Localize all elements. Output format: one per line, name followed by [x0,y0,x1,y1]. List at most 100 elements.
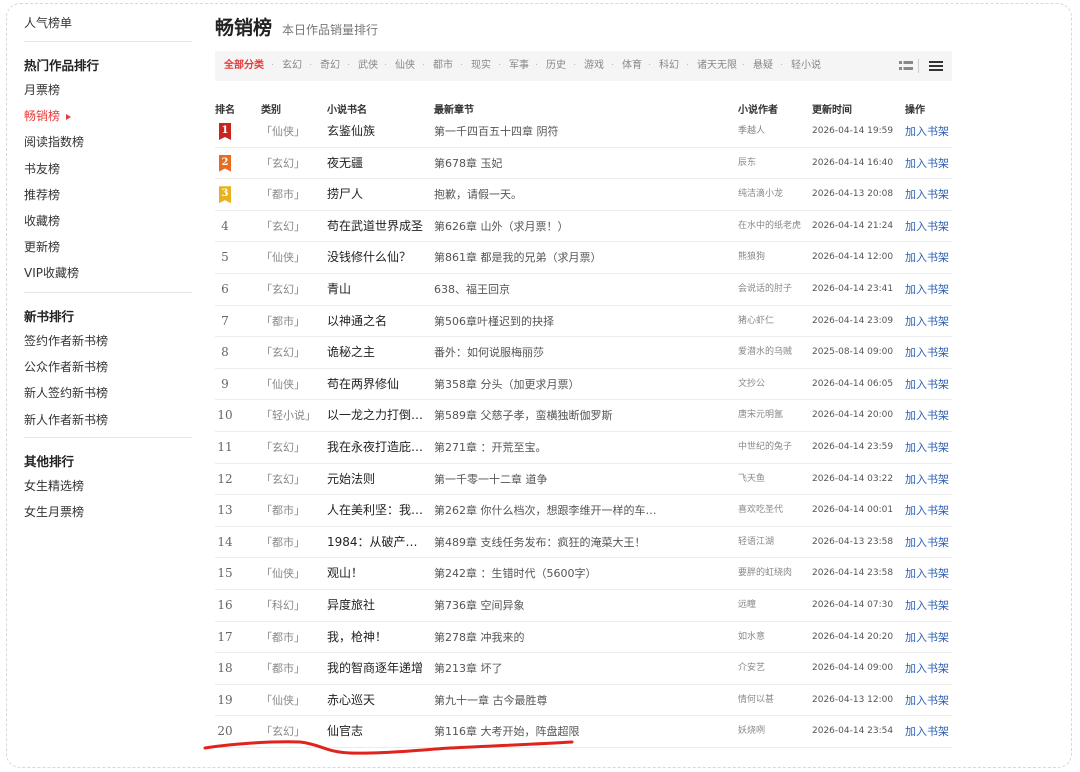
add-to-shelf-button[interactable]: 加入书架 [905,558,953,590]
latest-chapter-link[interactable]: 638、福王回京 [434,274,664,306]
filter-9[interactable]: 游戏 [584,51,604,81]
add-to-shelf-button[interactable]: 加入书架 [905,116,953,148]
book-name-link[interactable]: 观山！ [327,558,427,590]
author-link[interactable]: 在水中的纸老虎 [738,211,805,243]
sidebar-item[interactable]: 阅读指数榜 [24,133,84,150]
sidebar-item[interactable]: 推荐榜 [24,186,60,203]
author-link[interactable]: 轻语江湖 [738,527,805,559]
book-name-link[interactable]: 夜无疆 [327,148,427,180]
filter-1[interactable]: 玄幻 [282,51,302,81]
sidebar-item[interactable]: 新人签约新书榜 [24,384,108,401]
add-to-shelf-button[interactable]: 加入书架 [905,464,953,496]
book-name-link[interactable]: 玄鉴仙族 [327,116,427,148]
grid-view-icon[interactable] [899,59,913,73]
filter-10[interactable]: 体育 [622,51,642,81]
author-link[interactable]: 文抄公 [738,369,805,401]
filter-7[interactable]: 军事 [509,51,529,81]
add-to-shelf-button[interactable]: 加入书架 [905,527,953,559]
latest-chapter-link[interactable]: 第242章 ：生错时代（5600字） [434,558,664,590]
add-to-shelf-button[interactable]: 加入书架 [905,495,953,527]
book-name-link[interactable]: 人在美利坚：我的… [327,495,427,527]
author-link[interactable]: 要胖的虹绕肉 [738,558,805,590]
author-link[interactable]: 如水意 [738,622,805,654]
book-name-link[interactable]: 青山 [327,274,427,306]
latest-chapter-link[interactable]: 第736章 空间异象 [434,590,664,622]
book-name-link[interactable]: 异度旅社 [327,590,427,622]
add-to-shelf-button[interactable]: 加入书架 [905,653,953,685]
author-link[interactable]: 纯洁滴小龙 [738,179,805,211]
latest-chapter-link[interactable]: 第678章 玉妃 [434,148,664,180]
author-link[interactable]: 唐宋元明氲 [738,400,805,432]
book-name-link[interactable]: 苟在两界修仙 [327,369,427,401]
book-name-link[interactable]: 我在永夜打造庇护所 [327,432,427,464]
sidebar-item[interactable]: 收藏榜 [24,212,60,229]
book-name-link[interactable]: 以一龙之力打倒整… [327,400,427,432]
book-name-link[interactable]: 没钱修什么仙？ [327,242,427,274]
author-link[interactable]: 季越人 [738,116,805,148]
latest-chapter-link[interactable]: 抱歉，请假一天。 [434,179,664,211]
latest-chapter-link[interactable]: 番外：如何说服梅丽莎 [434,337,664,369]
author-link[interactable]: 爱潜水的乌贼 [738,337,805,369]
latest-chapter-link[interactable]: 第358章 分头（加更求月票） [434,369,664,401]
book-name-link[interactable]: 捞尸人 [327,179,427,211]
add-to-shelf-button[interactable]: 加入书架 [905,685,953,717]
add-to-shelf-button[interactable]: 加入书架 [905,337,953,369]
latest-chapter-link[interactable]: 第213章 坏了 [434,653,664,685]
latest-chapter-link[interactable]: 第861章 都是我的兄弟（求月票） [434,242,664,274]
sidebar-item[interactable]: 畅销榜 [24,107,72,124]
add-to-shelf-button[interactable]: 加入书架 [905,179,953,211]
latest-chapter-link[interactable]: 第九十一章 古今最胜尊 [434,685,664,717]
sidebar-item[interactable]: 更新榜 [24,238,60,255]
add-to-shelf-button[interactable]: 加入书架 [905,369,953,401]
filter-6[interactable]: 现实 [471,51,491,81]
author-link[interactable]: 远瞳 [738,590,805,622]
filter-11[interactable]: 科幻 [659,51,679,81]
add-to-shelf-button[interactable]: 加入书架 [905,622,953,654]
add-to-shelf-button[interactable]: 加入书架 [905,716,953,748]
list-view-icon[interactable] [929,59,943,73]
book-name-link[interactable]: 我的智商逐年递增 [327,653,427,685]
author-link[interactable]: 情何以甚 [738,685,805,717]
author-link[interactable]: 熊狼狗 [738,242,805,274]
filter-2[interactable]: 奇幻 [320,51,340,81]
add-to-shelf-button[interactable]: 加入书架 [905,242,953,274]
sidebar-item[interactable]: 书友榜 [24,160,60,177]
add-to-shelf-button[interactable]: 加入书架 [905,306,953,338]
author-link[interactable]: 猪心虾仁 [738,306,805,338]
filter-0[interactable]: 全部分类 [224,51,264,81]
book-name-link[interactable]: 诡秘之主 [327,337,427,369]
book-name-link[interactable]: 元始法则 [327,464,427,496]
filter-12[interactable]: 诸天无限 [697,51,737,81]
add-to-shelf-button[interactable]: 加入书架 [905,590,953,622]
sidebar-item[interactable]: 新人作者新书榜 [24,411,108,428]
latest-chapter-link[interactable]: 第一千四百五十四章 阴符 [434,116,664,148]
add-to-shelf-button[interactable]: 加入书架 [905,274,953,306]
latest-chapter-link[interactable]: 第506章叶槿迟到的抉择 [434,306,664,338]
book-name-link[interactable]: 1984：从破产川菜… [327,527,427,559]
add-to-shelf-button[interactable]: 加入书架 [905,400,953,432]
latest-chapter-link[interactable]: 第271章 ：开荒至宝。 [434,432,664,464]
filter-13[interactable]: 悬疑 [753,51,773,81]
book-name-link[interactable]: 苟在武道世界成圣 [327,211,427,243]
latest-chapter-link[interactable]: 第589章 父慈子孝，蛮横独断伽罗斯 [434,400,664,432]
author-link[interactable]: 中世纪的兔子 [738,432,805,464]
sidebar-item[interactable]: 女生精选榜 [24,477,84,494]
add-to-shelf-button[interactable]: 加入书架 [905,432,953,464]
book-name-link[interactable]: 以神通之名 [327,306,427,338]
filter-5[interactable]: 都市 [433,51,453,81]
latest-chapter-link[interactable]: 第626章 山外（求月票！） [434,211,664,243]
book-name-link[interactable]: 我，枪神！ [327,622,427,654]
add-to-shelf-button[interactable]: 加入书架 [905,148,953,180]
filter-8[interactable]: 历史 [546,51,566,81]
book-name-link[interactable]: 仙官志 [327,716,427,748]
latest-chapter-link[interactable]: 第262章 你什么档次，想跟李维开一样的车… [434,495,664,527]
filter-3[interactable]: 武侠 [358,51,378,81]
author-link[interactable]: 飞天鱼 [738,464,805,496]
author-link[interactable]: 会说话的肘子 [738,274,805,306]
latest-chapter-link[interactable]: 第278章 冲我来的 [434,622,664,654]
filter-14[interactable]: 轻小说 [791,51,821,81]
latest-chapter-link[interactable]: 第116章 大考开始，阵盘超限 [434,716,664,748]
author-link[interactable]: 介安艺 [738,653,805,685]
author-link[interactable]: 妖烧咧 [738,716,805,748]
filter-4[interactable]: 仙侠 [395,51,415,81]
